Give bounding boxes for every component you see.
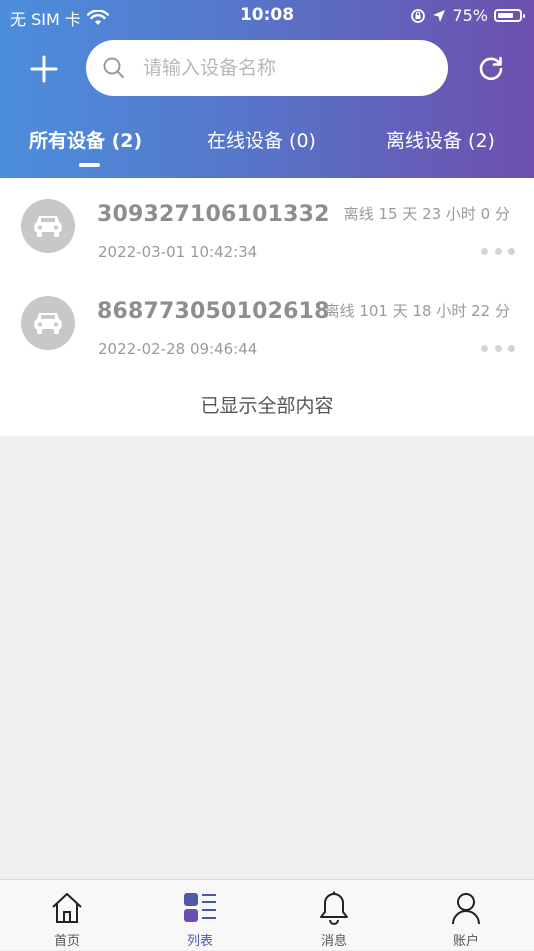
search-input[interactable] [143, 50, 423, 86]
device-item[interactable]: 868773050102618 2022-02-28 09:46:44 离线 1… [0, 275, 534, 371]
car-icon [34, 313, 62, 334]
more-options-icon[interactable] [481, 248, 515, 256]
device-tabs: 所有设备 (2) 在线设备 (0) 离线设备 (2) [0, 126, 534, 176]
location-arrow-icon [433, 9, 446, 22]
status-bar: 无 SIM 卡 10:08 75% [0, 0, 534, 32]
plus-icon[interactable] [28, 53, 60, 85]
list-end-text: 已显示全部内容 [200, 395, 334, 417]
device-status: 离线 15 天 23 小时 0 分 [343, 205, 510, 223]
bell-icon [320, 891, 348, 925]
device-item[interactable]: 309327106101332 2022-03-01 10:42:34 离线 1… [0, 178, 534, 274]
header: 无 SIM 卡 10:08 75% 请输入设备名称 所有设备 (2) 在线设备 … [0, 0, 534, 178]
battery-icon [494, 9, 525, 22]
device-avatar [21, 199, 75, 253]
home-icon [52, 893, 82, 923]
orientation-lock-icon [411, 8, 426, 23]
tabbar-messages[interactable]: 消息 [284, 880, 384, 951]
car-icon [34, 216, 62, 237]
tabbar-account[interactable]: 账户 [416, 880, 516, 951]
more-options-icon[interactable] [481, 345, 515, 353]
tabbar-label: 消息 [320, 934, 347, 949]
tabbar-label: 账户 [452, 934, 479, 949]
refresh-icon[interactable] [476, 54, 506, 84]
tabbar-label: 首页 [53, 934, 80, 949]
active-tab-indicator [79, 163, 100, 167]
device-imei: 309327106101332 [97, 202, 330, 227]
tab-online-devices[interactable]: 在线设备 (0) [207, 126, 316, 153]
device-imei: 868773050102618 [97, 299, 330, 324]
tabbar-label: 列表 [186, 934, 213, 949]
device-time: 2022-02-28 09:46:44 [98, 340, 258, 358]
tabbar-list[interactable]: 列表 [150, 880, 250, 951]
device-time: 2022-03-01 10:42:34 [98, 243, 258, 261]
battery-percent: 75% [452, 6, 488, 25]
search-bar[interactable] [86, 40, 448, 96]
device-status: 离线 101 天 18 小时 22 分 [324, 302, 510, 320]
user-icon [452, 893, 480, 925]
battery-fill [498, 13, 513, 18]
list-icon [184, 893, 216, 922]
device-avatar [21, 296, 75, 350]
tabbar-home[interactable]: 首页 [17, 880, 117, 951]
tab-offline-devices[interactable]: 离线设备 (2) [386, 126, 495, 153]
tab-all-devices[interactable]: 所有设备 (2) [29, 126, 142, 153]
search-icon [103, 57, 124, 78]
bottom-tab-bar: 首页 列表 消息 账户 [0, 879, 534, 950]
